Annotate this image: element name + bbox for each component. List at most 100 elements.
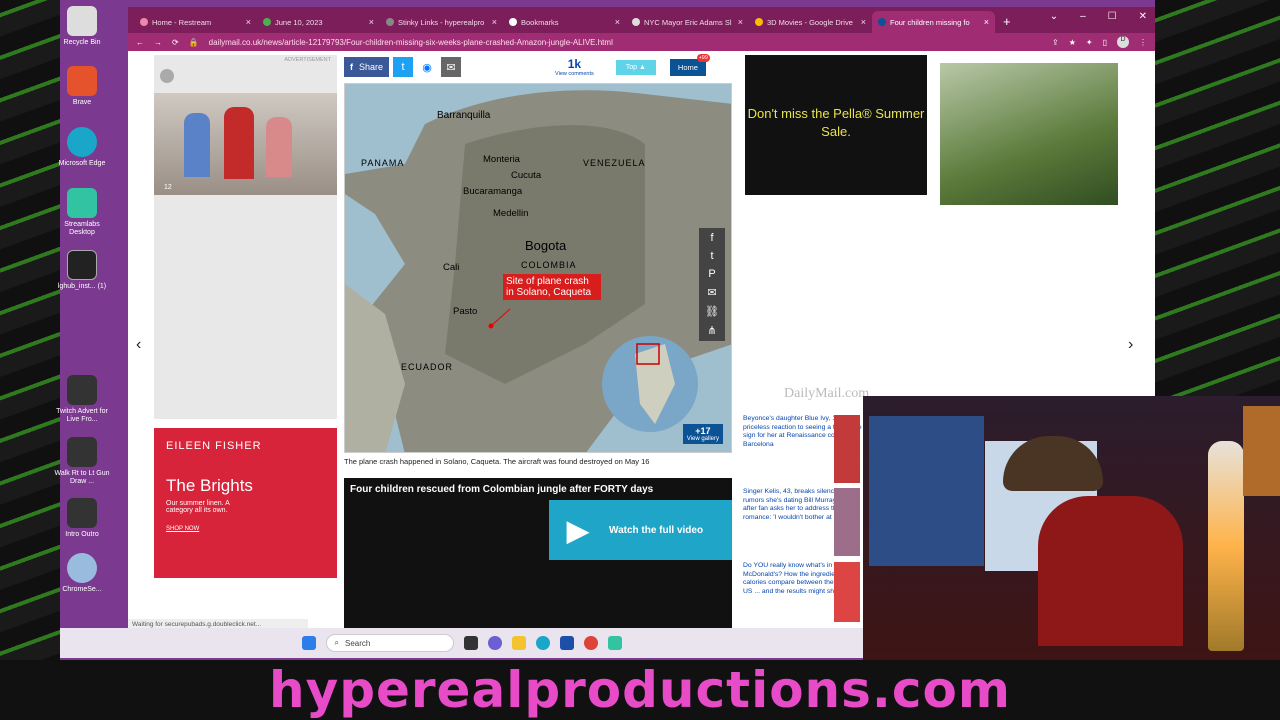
extensions-icon[interactable]: ✦ — [1086, 38, 1093, 47]
chrome-icon[interactable] — [583, 636, 598, 650]
window-controls: ⌄ – ☐ ✕ — [1050, 11, 1147, 22]
share-bar: f Share t ◉ ✉ 1k View comments Top ▲ Home… — [344, 53, 732, 79]
installer-icon — [67, 250, 97, 280]
pella-ad[interactable]: Don't miss the Pella® Summer Sale. — [745, 55, 927, 195]
video-file-icon — [67, 498, 97, 528]
sidebar-icon[interactable]: ▯ — [1103, 38, 1107, 47]
windows-start-icon[interactable] — [301, 636, 316, 650]
watch-full-video-button[interactable]: ▶ Watch the full video — [549, 500, 732, 560]
crash-site-map[interactable]: Barranquilla PANAMA Monteria VENEZUELA C… — [344, 83, 732, 453]
next-arrow-icon[interactable]: › — [1128, 336, 1133, 354]
windows-taskbar: ⌕ Search — [60, 628, 863, 658]
streamer-figure — [1038, 496, 1183, 646]
twitter-icon[interactable]: t — [710, 250, 713, 262]
twitter-icon[interactable]: t — [393, 57, 414, 77]
page-favicon — [632, 18, 640, 26]
close-icon[interactable]: × — [861, 17, 866, 27]
tab-stinky-links[interactable]: Stinky Links - hyperealpro × — [380, 11, 503, 33]
monitor-screen — [869, 416, 984, 566]
facebook-share-button[interactable]: f Share — [344, 57, 390, 77]
desktop-icon-recycle-bin[interactable]: Recycle Bin — [53, 6, 111, 47]
messenger-icon[interactable]: ◉ — [417, 57, 438, 77]
task-view-icon[interactable] — [463, 636, 478, 650]
maximize-button[interactable]: ☐ — [1108, 11, 1117, 22]
webcam-overlay — [863, 396, 1280, 660]
person-figure — [184, 113, 210, 177]
desktop-icon-streamlabs[interactable]: Streamlabs Desktop — [53, 188, 111, 237]
tab-bookmarks[interactable]: Bookmarks × — [503, 11, 626, 33]
desktop-icon-intro-outro[interactable]: Intro Outro — [53, 498, 111, 539]
reload-icon[interactable]: ⟳ — [172, 38, 179, 47]
ad-video-thumbnail[interactable]: 12 — [154, 93, 337, 195]
news-thumbnail[interactable] — [834, 488, 860, 556]
close-icon[interactable]: × — [492, 17, 497, 27]
page-favicon — [386, 18, 394, 26]
lock-icon[interactable]: 🔒 — [189, 38, 199, 47]
previous-arrow-icon[interactable]: ‹ — [136, 336, 141, 354]
new-tab-button[interactable]: + — [1003, 14, 1011, 29]
video-title: Four children rescued from Colombian jun… — [350, 484, 654, 495]
close-icon[interactable]: × — [615, 17, 620, 27]
play-icon: ▶ — [567, 514, 589, 546]
forward-arrow-icon[interactable]: → — [154, 38, 162, 47]
person-figure — [266, 117, 292, 177]
dailymail-logo[interactable]: DailyMail.com — [784, 386, 869, 402]
star-favicon — [509, 18, 517, 26]
url-field[interactable]: dailymail.co.uk/news/article-12179793/Fo… — [209, 38, 1042, 47]
floating-share-rail: f t P ✉ ⛓ ⋔ — [699, 228, 725, 341]
video-file-icon — [67, 437, 97, 467]
profile-avatar[interactable]: D — [1117, 36, 1129, 48]
top-button[interactable]: Top ▲ — [615, 59, 656, 75]
tree-ad-image[interactable] — [940, 63, 1118, 205]
tab-restream[interactable]: Home - Restream × — [134, 11, 257, 33]
minimize-button[interactable]: – — [1080, 11, 1086, 22]
left-video-ad[interactable]: ADVERTISEMENT 12 — [154, 55, 337, 419]
back-arrow-icon[interactable]: ← — [136, 38, 144, 47]
edge-icon[interactable] — [535, 636, 550, 650]
channel-banner: hyperealproductions.com — [0, 660, 1280, 720]
facebook-icon[interactable]: f — [710, 232, 713, 244]
close-window-button[interactable]: ✕ — [1139, 11, 1147, 22]
view-gallery-button[interactable]: +17 View gallery — [682, 424, 723, 444]
store-icon[interactable] — [559, 636, 574, 650]
video-file-icon — [67, 375, 97, 405]
news-thumbnail[interactable] — [834, 415, 860, 483]
chat-icon[interactable] — [487, 636, 502, 650]
person-figure — [224, 107, 254, 179]
share-icon[interactable]: ⇪ — [1052, 38, 1059, 47]
comments-count[interactable]: 1k View comments — [555, 57, 594, 77]
close-icon[interactable]: × — [369, 17, 374, 27]
close-icon[interactable]: × — [738, 17, 743, 27]
desktop-icon-twitch-advert[interactable]: Twitch Advert for Live Fro... — [53, 375, 111, 424]
desktop-icon-edge[interactable]: Microsoft Edge — [53, 127, 111, 168]
link-icon[interactable]: ⛓ — [705, 305, 719, 318]
desktop-icon-lghub[interactable]: lghub_inst... (1) — [53, 250, 111, 291]
email-icon[interactable]: ✉ — [707, 286, 716, 299]
email-icon[interactable]: ✉ — [441, 57, 462, 77]
streamlabs-icon[interactable] — [607, 636, 622, 650]
close-icon[interactable]: × — [984, 17, 989, 27]
desktop-icon-walk[interactable]: Walk Rt to Lt Gun Draw ... — [53, 437, 111, 486]
share-icon[interactable]: ⋔ — [707, 324, 716, 337]
desktop-icon-brave[interactable]: Brave — [53, 66, 111, 107]
home-button[interactable]: Home +99 — [669, 53, 710, 76]
chrome-setup-icon — [67, 553, 97, 583]
file-explorer-icon[interactable] — [511, 636, 526, 650]
desktop-icons: Recycle Bin Brave Microsoft Edge Streaml… — [0, 0, 125, 660]
ad-logo — [160, 69, 174, 83]
facebook-icon: f — [350, 62, 353, 72]
tab-dailymail[interactable]: Four children missing fo × — [872, 11, 995, 33]
taskbar-search[interactable]: ⌕ Search — [325, 634, 454, 652]
bookmark-star-icon[interactable]: ★ — [1069, 38, 1076, 47]
close-icon[interactable]: × — [246, 17, 251, 27]
tab-june-10[interactable]: June 10, 2023 × — [257, 11, 380, 33]
desktop-icon-chromesetup[interactable]: ChromeSe... — [53, 553, 111, 594]
article-video-player[interactable]: Four children rescued from Colombian jun… — [344, 478, 732, 630]
pinterest-icon[interactable]: P — [708, 268, 715, 280]
menu-dots-icon[interactable]: ⋮ — [1139, 38, 1147, 47]
news-thumbnail[interactable] — [834, 562, 860, 622]
tab-3d-movies[interactable]: 3D Movies - Google Drive × — [749, 11, 872, 33]
tab-nyc-mayor[interactable]: NYC Mayor Eric Adams Sl × — [626, 11, 749, 33]
eileen-fisher-ad[interactable]: EILEEN FISHER The Brights Our summer lin… — [154, 428, 337, 578]
chevron-down-icon[interactable]: ⌄ — [1050, 11, 1058, 22]
